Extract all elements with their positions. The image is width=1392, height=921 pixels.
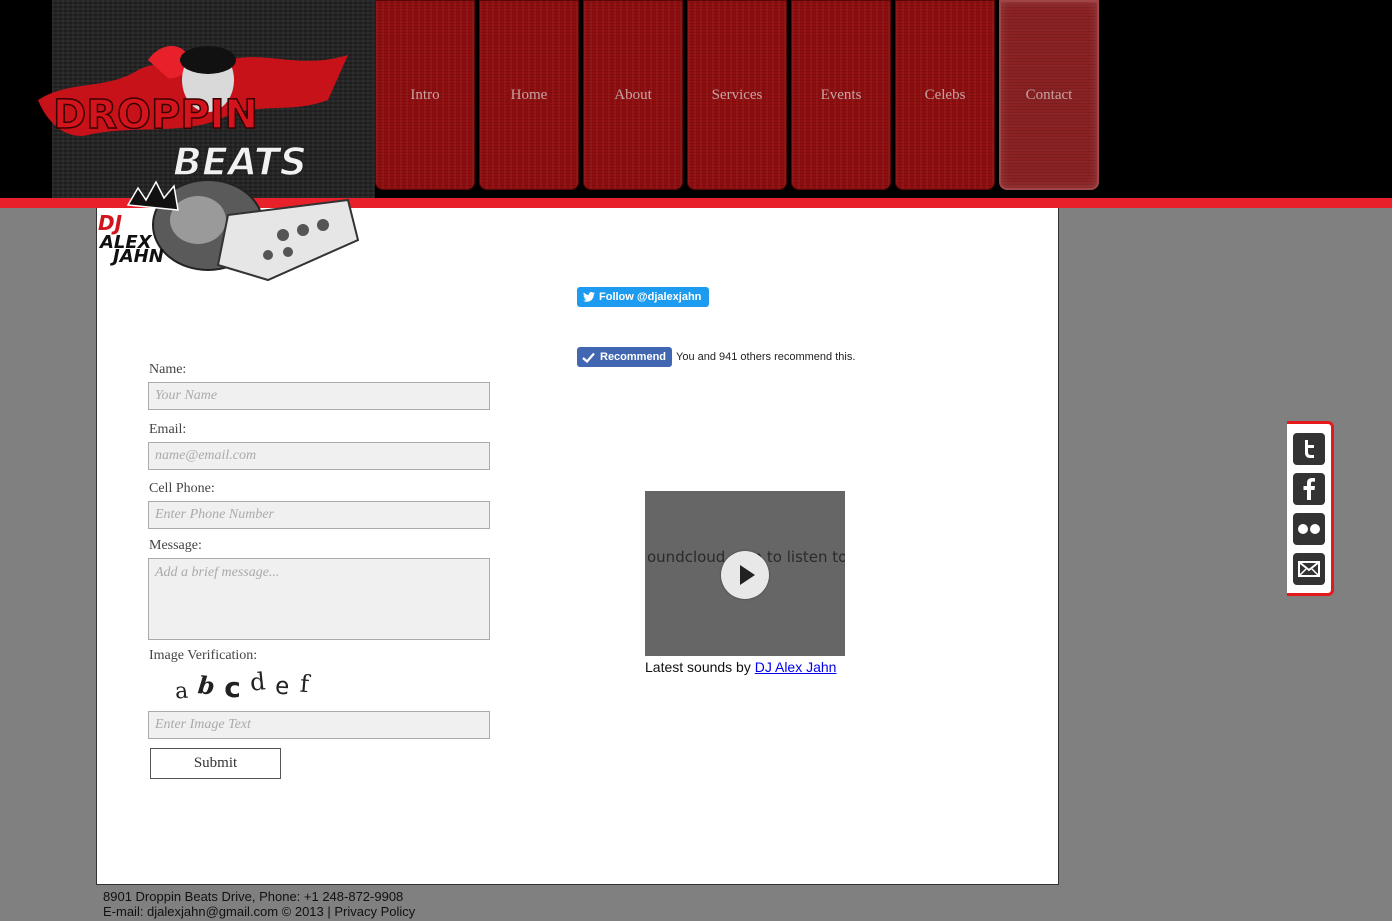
facebook-icon[interactable]	[1293, 473, 1325, 505]
captcha-char: f	[298, 669, 311, 699]
footer-email-copyright: E-mail: djalexjahn@gmail.com © 2013 |	[103, 904, 335, 919]
captcha-char: a	[174, 678, 190, 705]
soundcloud-player[interactable]: oundcloud.com to listen to	[645, 491, 845, 656]
message-textarea[interactable]	[148, 558, 490, 640]
nav-home[interactable]: Home	[479, 0, 579, 190]
captcha-char: d	[249, 667, 269, 697]
nav-services[interactable]: Services	[687, 0, 787, 190]
twitter-follow-button[interactable]: Follow @djalexjahn	[577, 287, 710, 307]
nav-intro[interactable]: Intro	[375, 0, 475, 190]
main-content-panel	[96, 208, 1059, 885]
email-input[interactable]	[148, 442, 490, 470]
privacy-policy-link[interactable]: Privacy Policy	[334, 904, 415, 919]
flickr-icon[interactable]	[1293, 513, 1325, 545]
verification-label: Image Verification:	[149, 648, 258, 663]
submit-button[interactable]: Submit	[150, 748, 281, 779]
checkmark-icon	[582, 352, 595, 363]
nav-celebs[interactable]: Celebs	[895, 0, 995, 190]
footer: 8901 Droppin Beats Drive, Phone: +1 248-…	[103, 889, 415, 919]
footer-address: 8901 Droppin Beats Drive, Phone: +1 248-…	[103, 889, 404, 904]
captcha-char: e	[274, 671, 292, 701]
captcha-image: a b c d e f	[174, 667, 311, 704]
phone-label: Cell Phone:	[149, 481, 215, 496]
facebook-recommend-label: Recommend	[600, 351, 667, 363]
play-icon[interactable]	[721, 551, 769, 599]
social-sidebar	[1287, 421, 1334, 596]
footer-contact-line: E-mail: djalexjahn@gmail.com © 2013 | Pr…	[103, 904, 415, 919]
nav-about[interactable]: About	[583, 0, 683, 190]
twitter-icon[interactable]	[1293, 433, 1325, 465]
message-label: Message:	[149, 538, 202, 553]
nav-events[interactable]: Events	[791, 0, 891, 190]
twitter-follow-label: Follow @djalexjahn	[599, 291, 702, 303]
email-icon[interactable]	[1293, 553, 1325, 585]
twitter-bird-icon	[583, 292, 595, 302]
email-label: Email:	[149, 422, 187, 437]
logo-text-beats: BEATS	[173, 140, 307, 184]
phone-input[interactable]	[148, 501, 490, 529]
name-input[interactable]	[148, 382, 490, 410]
soundcloud-artist-link[interactable]: DJ Alex Jahn	[755, 659, 837, 675]
captcha-char: b	[196, 670, 218, 701]
soundcloud-caption: Latest sounds by DJ Alex Jahn	[645, 659, 836, 675]
captcha-char: c	[224, 671, 242, 704]
logo-text-droppin: DROPPIN	[53, 92, 258, 138]
name-label: Name:	[149, 362, 187, 377]
logo-text-jahn: JAHN	[110, 246, 164, 267]
droppin-beats-logo[interactable]: DROPPIN BEATS DJ ALEX JAHN	[28, 40, 368, 285]
facebook-recommend-count: You and 941 others recommend this.	[676, 351, 856, 363]
nav-contact[interactable]: Contact	[999, 0, 1099, 190]
soundcloud-caption-prefix: Latest sounds by	[645, 659, 755, 675]
captcha-input[interactable]	[148, 711, 490, 739]
facebook-recommend-button[interactable]: Recommend	[577, 347, 673, 367]
